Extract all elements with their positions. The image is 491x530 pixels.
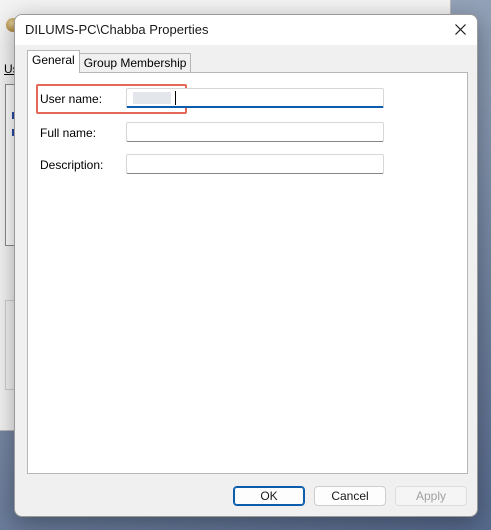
- tab-general[interactable]: General: [27, 50, 80, 73]
- close-icon: [454, 23, 466, 35]
- user-name-label: User name:: [40, 92, 103, 106]
- cancel-button[interactable]: Cancel: [314, 486, 386, 506]
- close-button[interactable]: [443, 15, 477, 43]
- description-field[interactable]: [126, 154, 384, 174]
- redacted-username: [133, 92, 171, 104]
- general-tab-panel: User name: Full name: Description:: [27, 72, 468, 474]
- tab-strip: General Group Membership: [27, 50, 192, 73]
- title-bar[interactable]: DILUMS-PC\Chabba Properties: [15, 15, 477, 45]
- text-caret: [175, 91, 176, 105]
- full-name-label: Full name:: [40, 126, 97, 140]
- dialog-title: DILUMS-PC\Chabba Properties: [25, 22, 209, 37]
- ok-button[interactable]: OK: [233, 486, 305, 506]
- tab-group-membership[interactable]: Group Membership: [78, 53, 192, 73]
- properties-dialog: DILUMS-PC\Chabba Properties General Grou…: [14, 14, 478, 517]
- description-label: Description:: [40, 158, 104, 172]
- user-name-field[interactable]: [126, 88, 384, 108]
- full-name-field[interactable]: [126, 122, 384, 142]
- apply-button[interactable]: Apply: [395, 486, 467, 506]
